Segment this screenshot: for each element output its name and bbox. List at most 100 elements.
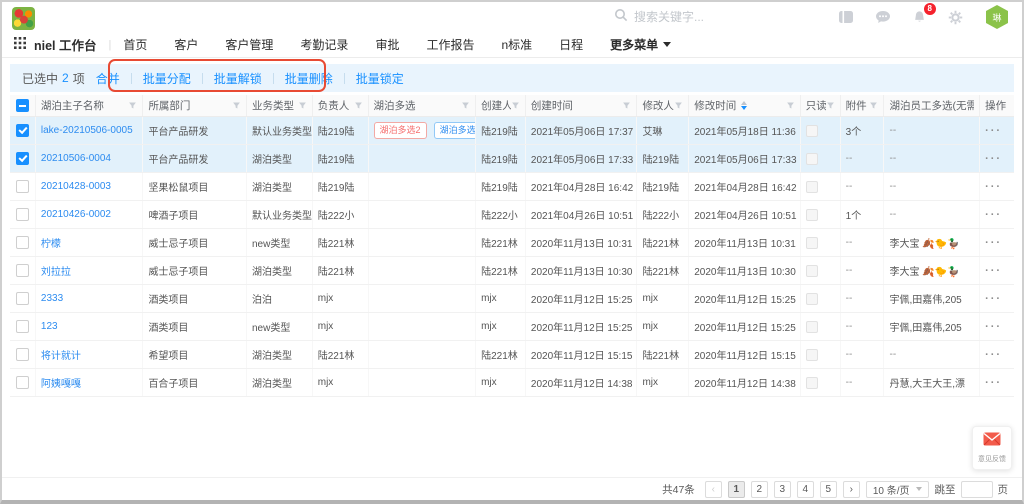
filter-icon[interactable]: [622, 101, 631, 110]
jump-page-input[interactable]: [961, 481, 993, 498]
filter-icon[interactable]: [354, 101, 363, 110]
settings-gear-icon[interactable]: [948, 10, 963, 25]
next-page-button[interactable]: ›: [843, 481, 860, 498]
total-count: 共47条: [662, 482, 695, 497]
cell-employees: --: [884, 117, 980, 144]
row-actions-button[interactable]: ···: [985, 293, 1002, 305]
nav-item-8[interactable]: 日程: [559, 36, 583, 53]
nav-more-menu[interactable]: 更多菜单: [610, 36, 671, 53]
table-body: lake-20210506-0005平台产品研发默认业务类型陆219陆湖泊多选2…: [10, 117, 1014, 397]
page-button-1[interactable]: 1: [728, 481, 745, 498]
column-label: 湖泊多选: [374, 98, 416, 113]
merge-button[interactable]: 合并: [96, 70, 120, 87]
messages-icon[interactable]: [875, 10, 891, 24]
app-logo[interactable]: [12, 7, 35, 30]
batch-button-2[interactable]: 批量解锁: [214, 70, 262, 87]
batch-button-1[interactable]: 批量分配: [143, 70, 191, 87]
nav-item-5[interactable]: 审批: [375, 36, 399, 53]
filter-icon[interactable]: [298, 101, 307, 110]
page-button-3[interactable]: 3: [774, 481, 791, 498]
sort-icon[interactable]: [741, 101, 747, 110]
record-link[interactable]: 20210506-0004: [41, 153, 111, 164]
row-checkbox[interactable]: [16, 264, 29, 277]
page-size-select[interactable]: 10 条/页: [866, 481, 929, 498]
page-button-2[interactable]: 2: [751, 481, 768, 498]
record-link[interactable]: 刘拉拉: [41, 263, 71, 278]
filter-icon[interactable]: [232, 101, 241, 110]
filter-icon[interactable]: [461, 101, 470, 110]
filter-icon[interactable]: [128, 101, 137, 110]
row-actions-button[interactable]: ···: [985, 321, 1002, 333]
page-button-5[interactable]: 5: [820, 481, 837, 498]
filter-icon[interactable]: [869, 101, 878, 110]
row-checkbox[interactable]: [16, 152, 29, 165]
nav-item-4[interactable]: 考勤记录: [300, 36, 348, 53]
select-all-checkbox[interactable]: [16, 99, 29, 112]
row-checkbox[interactable]: [16, 208, 29, 221]
workspace-title[interactable]: niel 工作台: [34, 35, 97, 54]
row-actions-button[interactable]: ···: [985, 209, 1002, 221]
record-link[interactable]: 2333: [41, 293, 63, 304]
cell-creator: mjx: [476, 285, 526, 312]
prev-page-button[interactable]: ‹: [705, 481, 722, 498]
batch-button-4[interactable]: 批量锁定: [356, 70, 404, 87]
row-checkbox[interactable]: [16, 348, 29, 361]
row-actions-button[interactable]: ···: [985, 349, 1002, 361]
readonly-checkbox: [806, 293, 818, 305]
record-link[interactable]: 20210428-0003: [41, 181, 111, 192]
row-checkbox[interactable]: [16, 320, 29, 333]
user-avatar[interactable]: 琳: [986, 5, 1008, 29]
row-actions-button[interactable]: ···: [985, 377, 1002, 389]
filter-icon[interactable]: [674, 101, 683, 110]
row-actions-button[interactable]: ···: [985, 153, 1002, 165]
nav-item-1[interactable]: 首页: [123, 36, 147, 53]
notifications-bell-icon[interactable]: 8: [912, 10, 927, 25]
record-link[interactable]: 阿姨嘎嘎: [41, 375, 81, 390]
column-label: 附件: [846, 98, 867, 113]
cell-multi: [369, 369, 477, 396]
tag-red: 湖泊多选2: [374, 122, 427, 139]
page-button-4[interactable]: 4: [797, 481, 814, 498]
row-actions-button[interactable]: ···: [985, 125, 1002, 137]
record-link[interactable]: 123: [41, 321, 58, 332]
record-link[interactable]: 20210426-0002: [41, 209, 111, 220]
notebook-icon[interactable]: [838, 10, 854, 24]
table-row: 柠檬威士忌子项目new类型陆221林陆221林2020年11月13日 10:31…: [10, 229, 1014, 257]
column-label-wrap: 附件: [846, 98, 867, 113]
cell-modified: 2020年11月12日 15:15: [689, 341, 801, 368]
search-input[interactable]: [634, 10, 752, 24]
page-buttons: 12345: [728, 481, 837, 498]
nav-item-7[interactable]: n标准: [501, 36, 532, 53]
record-link[interactable]: 将计就计: [41, 347, 81, 362]
row-checkbox[interactable]: [16, 236, 29, 249]
column-header-name: 湖泊主子名称: [36, 95, 144, 116]
apps-grid-icon[interactable]: [14, 37, 26, 52]
row-actions-button[interactable]: ···: [985, 265, 1002, 277]
row-checkbox[interactable]: [16, 292, 29, 305]
cell-ops: ···: [980, 313, 1014, 340]
filter-icon[interactable]: [511, 101, 520, 110]
row-actions-button[interactable]: ···: [985, 181, 1002, 193]
nav-item-6[interactable]: 工作报告: [426, 36, 474, 53]
cell-multi: [369, 145, 477, 172]
cell-name: 将计就计: [36, 341, 144, 368]
record-link[interactable]: lake-20210506-0005: [41, 125, 133, 136]
nav-item-3[interactable]: 客户管理: [225, 36, 273, 53]
cell-name: 刘拉拉: [36, 257, 144, 284]
column-header-employees: 湖泊员工多选(无需: [884, 95, 980, 116]
batch-button-3[interactable]: 批量删除: [285, 70, 333, 87]
row-checkbox[interactable]: [16, 124, 29, 137]
row-checkbox-cell: [10, 369, 36, 396]
pagination-bar: 共47条 ‹ 12345 › 10 条/页 跳至 页: [2, 477, 1022, 500]
jump-to-page: 跳至 页: [935, 481, 1009, 498]
cell-type: 湖泊类型: [247, 257, 313, 284]
filter-icon[interactable]: [826, 101, 835, 110]
nav-item-2[interactable]: 客户: [174, 36, 198, 53]
column-header-creator: 创建人: [476, 95, 526, 116]
row-checkbox[interactable]: [16, 180, 29, 193]
filter-icon[interactable]: [786, 101, 795, 110]
feedback-button[interactable]: 意见反馈: [972, 426, 1012, 470]
record-link[interactable]: 柠檬: [41, 235, 61, 250]
row-checkbox[interactable]: [16, 376, 29, 389]
row-actions-button[interactable]: ···: [985, 237, 1002, 249]
